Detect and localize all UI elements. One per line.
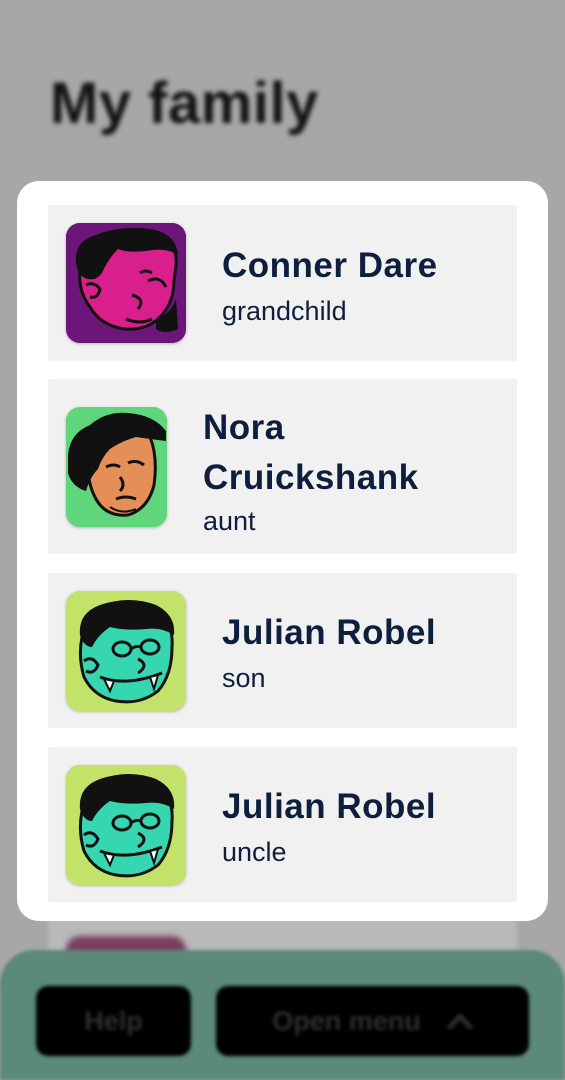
member-name: Nora Cruickshank: [203, 408, 419, 497]
member-relation: aunt: [203, 506, 256, 536]
avatar-face-pink-icon: [66, 223, 186, 343]
help-button[interactable]: Help: [36, 986, 191, 1056]
family-member-card[interactable]: Julian Robel son: [48, 573, 517, 728]
member-relation: grandchild: [222, 296, 347, 326]
family-member-card[interactable]: Conner Dare grandchild: [48, 205, 517, 361]
open-menu-button[interactable]: Open menu: [216, 986, 529, 1056]
member-relation: son: [222, 663, 266, 693]
member-relation: uncle: [222, 837, 287, 867]
avatar-face-green-vampire-icon: [66, 765, 186, 885]
family-member-card[interactable]: Julian Robel uncle: [48, 747, 517, 902]
avatar-face-orange-icon: [66, 407, 167, 527]
family-members-dialog: Conner Dare grandchild Nora Cruickshank …: [17, 181, 548, 921]
member-name: Conner Dare: [222, 246, 438, 285]
avatar-face-green-vampire-icon: [66, 591, 186, 711]
help-button-label: Help: [84, 1005, 143, 1036]
chevron-up-icon: [447, 1013, 473, 1030]
family-member-card[interactable]: Nora Cruickshank aunt: [48, 379, 517, 554]
open-menu-button-label: Open menu: [272, 1005, 421, 1036]
member-name: Julian Robel: [222, 787, 437, 826]
page-title: My family: [50, 71, 319, 136]
member-name: Julian Robel: [222, 613, 437, 652]
